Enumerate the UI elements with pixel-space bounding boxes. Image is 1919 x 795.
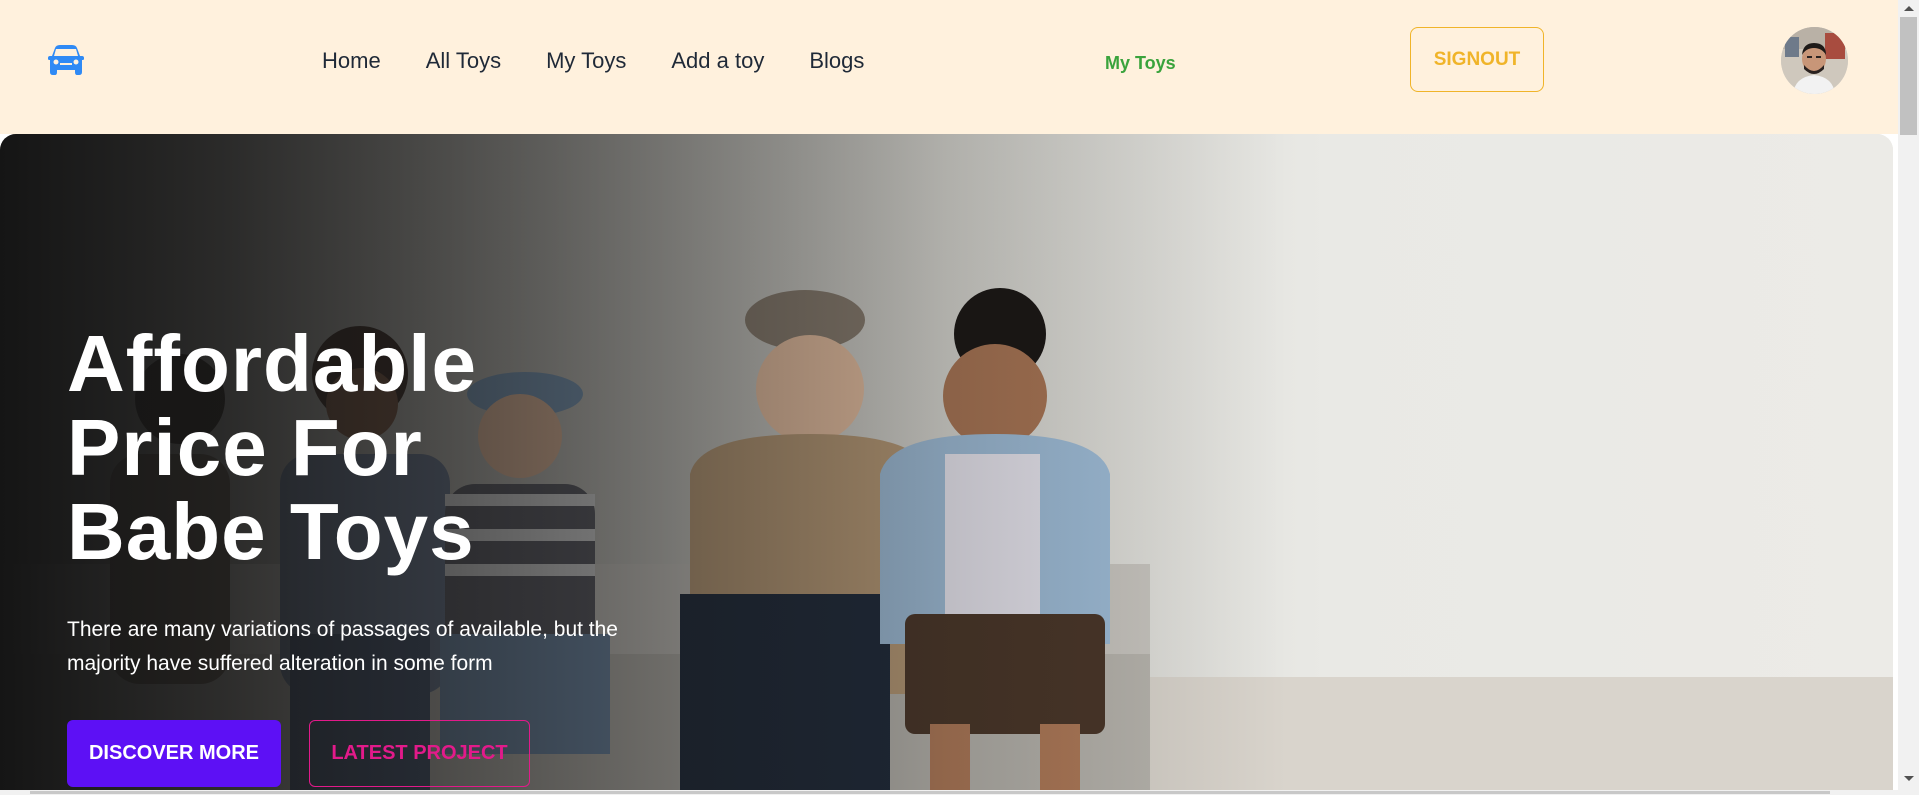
hero-banner: Affordable Price For Babe Toys There are… xyxy=(0,134,1893,795)
nav-link-home[interactable]: Home xyxy=(322,46,381,76)
hero-title-line: Babe Toys xyxy=(67,487,475,576)
vertical-scrollbar[interactable] xyxy=(1898,0,1919,795)
nav-link-blogs[interactable]: Blogs xyxy=(809,46,864,76)
nav-link-my-toys[interactable]: My Toys xyxy=(546,46,626,76)
horizontal-scrollbar[interactable] xyxy=(0,790,1898,795)
user-avatar[interactable] xyxy=(1781,27,1848,94)
navbar: Home All Toys My Toys Add a toy Blogs My… xyxy=(0,0,1898,134)
hero-subtitle: There are many variations of passages of… xyxy=(67,613,687,681)
hero-title-line: Affordable xyxy=(67,319,477,408)
active-route-label[interactable]: My Toys xyxy=(1105,51,1176,75)
hero-subtitle-line: majority have suffered alteration in som… xyxy=(67,652,493,675)
signout-button[interactable]: SIGNOUT xyxy=(1410,27,1544,92)
car-icon[interactable] xyxy=(47,44,85,76)
discover-more-button[interactable]: DISCOVER MORE xyxy=(67,720,281,787)
horizontal-scroll-thumb[interactable] xyxy=(30,791,1830,794)
hero-title-line: Price For xyxy=(67,403,423,492)
nav-link-add-a-toy[interactable]: Add a toy xyxy=(671,46,764,76)
hero-title: Affordable Price For Babe Toys xyxy=(67,322,667,574)
nav-link-all-toys[interactable]: All Toys xyxy=(426,46,501,76)
user-photo-icon xyxy=(1781,27,1848,94)
latest-project-button[interactable]: LATEST PROJECT xyxy=(309,720,530,787)
scroll-thumb[interactable] xyxy=(1900,17,1917,135)
scroll-down-arrow-icon[interactable] xyxy=(1898,770,1919,787)
hero-subtitle-line: There are many variations of passages of… xyxy=(67,618,618,641)
scroll-up-arrow-icon[interactable] xyxy=(1898,0,1919,17)
page: Home All Toys My Toys Add a toy Blogs My… xyxy=(0,0,1919,795)
main-nav: Home All Toys My Toys Add a toy Blogs xyxy=(322,46,909,76)
